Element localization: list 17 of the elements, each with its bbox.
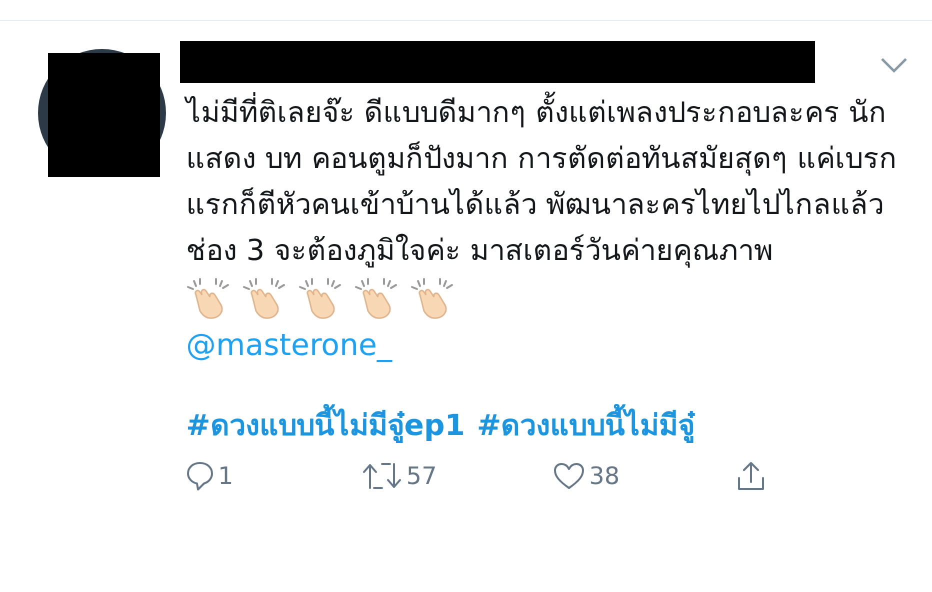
clapping-hands-icon [242,277,288,319]
clapping-hands-icon [410,277,456,319]
chevron-down-icon[interactable] [880,57,908,73]
hashtag-link[interactable]: #ดวงแบบนี้ไม่มีจู๋ [476,404,696,448]
heart-icon [553,462,586,490]
like-button[interactable]: 38 [553,458,620,494]
clapping-hands-icon [354,277,400,319]
retweet-icon [362,462,402,490]
retweet-button[interactable]: 57 [362,458,437,494]
reply-button[interactable]: 1 [186,458,246,494]
clapping-hands-icon [186,277,232,319]
share-icon [736,460,766,492]
speech-bubble-icon [186,460,214,490]
tweet-text: ไม่มีที่ติเลยจ๊ะ ดีแบบดีมากๆ ตั้งแต่เพลงประกอบละคร นักแสดง บท คอนตูมก็ปังมาก การตัดต่อทันสมัยสุดๆ แค่เบรกแรกก็ตีหัวคนเข้าบ้านได้แล้ว พัฒนาละครไทยไปไกลแล้ว ช่อง 3 จะต้องภูมิใจค่ะ มาสเตอร์วันค่ายคุณภาพ [186,85,902,277]
hashtag-link[interactable]: #ดวงแบบนี้ไม่มีจู๋ep1 [186,404,465,448]
clapping-hands-icon [298,277,344,319]
mention-link[interactable]: @masterone_ [186,328,392,363]
